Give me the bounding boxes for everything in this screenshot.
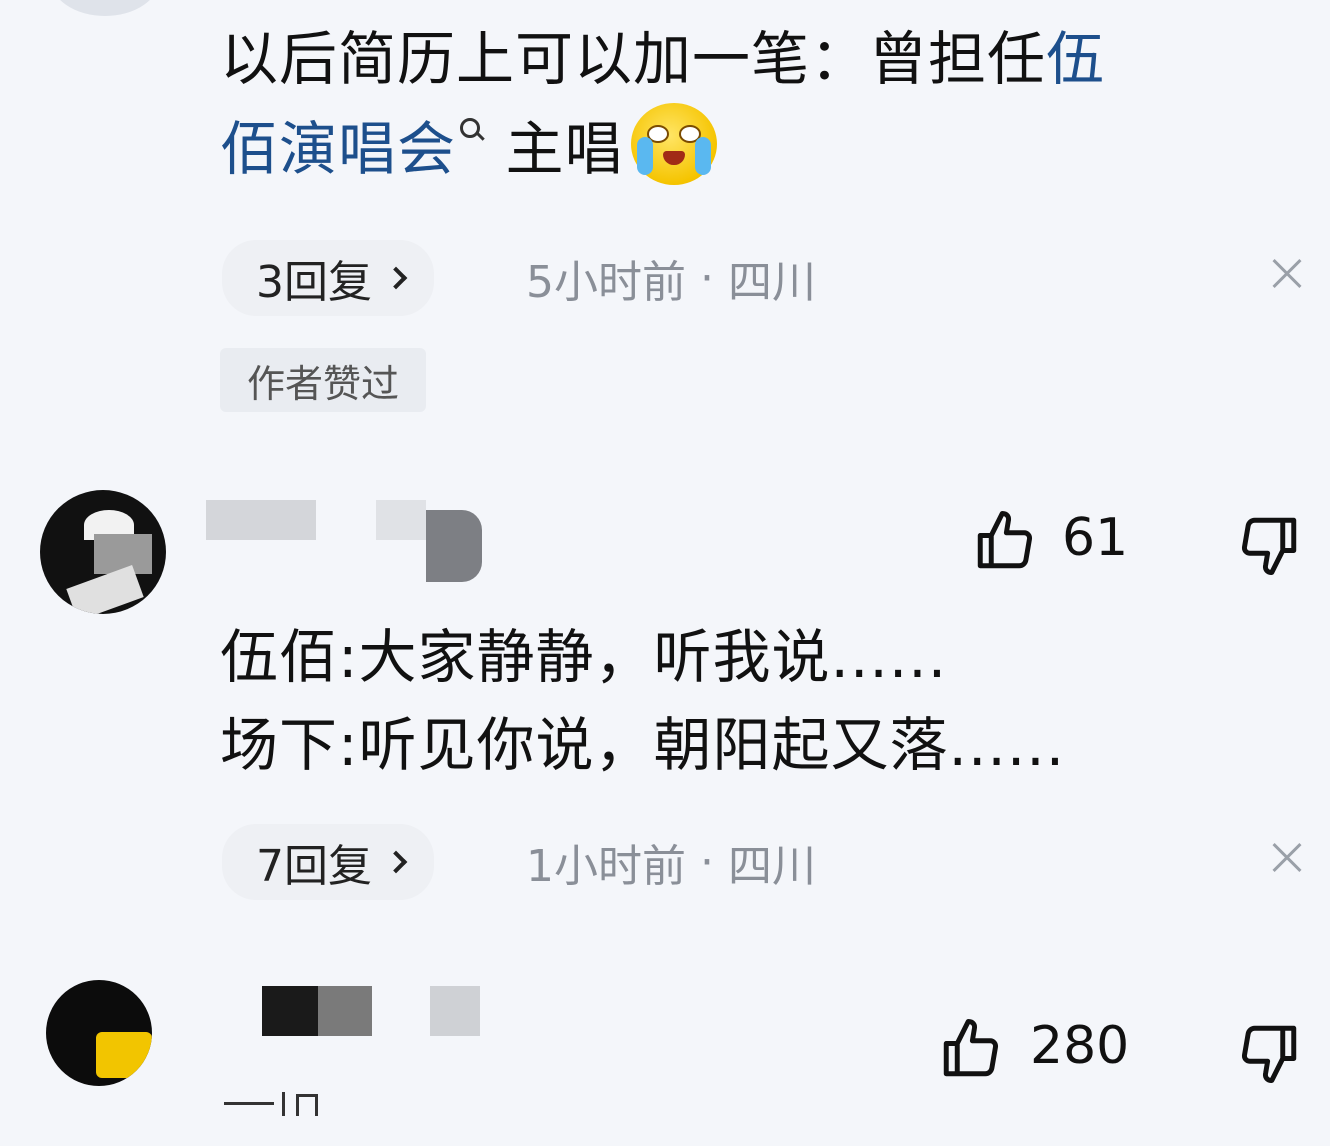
comment-meta: 3回复 5小时前 · 四川 — [222, 240, 816, 316]
comment-text-line: 场下:听见你说，朝阳起又落...... — [220, 711, 1066, 779]
comment-text: 以后简历上可以加一笔：曾担任伍 — [220, 14, 1105, 104]
separator: · — [700, 836, 714, 888]
timestamp: 5小时前 — [526, 257, 686, 308]
location: 四川 — [728, 841, 816, 892]
username-redacted[interactable] — [206, 500, 316, 540]
avatar[interactable] — [40, 490, 166, 614]
comment-text-line: 主唱 — [505, 115, 624, 183]
username-redacted — [376, 500, 426, 540]
search-link[interactable]: 佰演唱会 — [220, 115, 456, 183]
search-icon[interactable] — [456, 114, 486, 154]
replies-button[interactable]: 3回复 — [222, 240, 434, 316]
like-count: 280 — [1030, 1016, 1130, 1076]
chevron-right-icon — [384, 266, 408, 290]
avatar[interactable] — [50, 0, 160, 16]
reply-count: 3回复 — [256, 257, 372, 308]
cut-off-text — [222, 1092, 318, 1116]
location: 四川 — [728, 257, 816, 308]
close-icon[interactable] — [1268, 840, 1304, 876]
chevron-right-icon — [384, 850, 408, 874]
thumbs-up-icon[interactable] — [972, 508, 1038, 574]
close-icon[interactable] — [1268, 256, 1304, 292]
comment-text: 佰演唱会 主唱 — [220, 102, 718, 194]
crying-laughing-emoji-icon — [631, 102, 718, 185]
avatar[interactable] — [46, 980, 152, 1086]
thumbs-up-icon[interactable] — [938, 1016, 1004, 1082]
search-link[interactable]: 伍 — [1046, 25, 1105, 93]
timestamp: 1小时前 — [526, 841, 686, 892]
comment-meta: 7回复 1小时前 · 四川 — [222, 824, 816, 900]
author-liked-badge: 作者赞过 — [220, 348, 426, 412]
separator: · — [700, 252, 714, 304]
username-redacted — [318, 986, 372, 1036]
replies-button[interactable]: 7回复 — [222, 824, 434, 900]
username-redacted — [430, 986, 480, 1036]
reply-count: 7回复 — [256, 841, 372, 892]
comment-text-line: 伍佰:大家静静，听我说...... — [220, 623, 948, 691]
like-count: 61 — [1062, 508, 1129, 568]
username-redacted[interactable] — [262, 986, 318, 1036]
username-redacted — [426, 510, 482, 582]
comment-text-line: 以后简历上可以加一笔：曾担任 — [220, 25, 1047, 93]
thumbs-down-icon[interactable] — [1236, 1020, 1302, 1086]
thumbs-down-icon[interactable] — [1236, 512, 1302, 578]
